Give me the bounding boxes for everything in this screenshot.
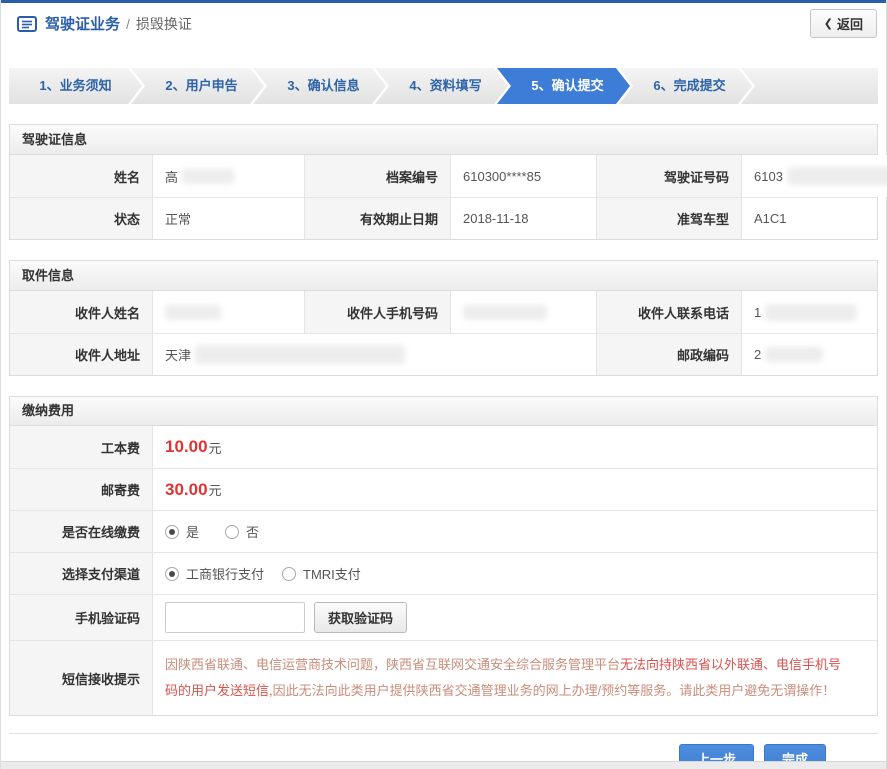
table-row: 状态 正常 有效期止日期 2018-11-18 准驾车型 A1C1 <box>10 197 877 239</box>
radio-label: 是 <box>186 525 200 540</box>
sms-code-label: 手机验证码 <box>10 595 152 640</box>
get-code-button[interactable]: 获取验证码 <box>314 602 408 633</box>
table-row: 选择支付渠道 工商银行支付 TMRI支付 <box>10 552 877 594</box>
license-info-title: 驾驶证信息 <box>10 125 877 155</box>
payment-channel-options: 工商银行支付 TMRI支付 <box>152 553 877 594</box>
radio-option-tmri[interactable]: TMRI支付 <box>282 564 361 583</box>
vehicle-class-value: A1C1 <box>741 198 877 239</box>
back-button[interactable]: ❮ 返回 <box>809 9 877 38</box>
recipient-phone-value: 1 <box>741 291 877 333</box>
redacted-blur <box>195 345 406 364</box>
pickup-info-title: 取件信息 <box>10 261 877 291</box>
radio-label: 否 <box>246 525 260 540</box>
postage-fee-label: 邮寄费 <box>10 469 152 510</box>
table-row: 姓名 高 档案编号 610300****85 驾驶证号码 6103 <box>10 155 887 197</box>
postcode-label: 邮政编码 <box>596 334 741 375</box>
postage-fee-amount: 30.00 <box>165 479 208 499</box>
pickup-info-section: 取件信息 收件人姓名 收件人手机号码 收件人联系电话 1 收件人地址 天津 邮政… <box>9 260 878 376</box>
radio-checked-icon[interactable] <box>165 524 179 539</box>
radio-unchecked-icon[interactable] <box>225 524 240 539</box>
sms-code-input[interactable] <box>165 602 305 633</box>
payment-channel-label: 选择支付渠道 <box>10 553 152 594</box>
breadcrumb-separator: / <box>126 15 130 32</box>
radio-unchecked-icon[interactable] <box>282 566 297 581</box>
payment-section: 缴纳费用 工本费 10.00 元 邮寄费 30.00 元 是否在线缴费 是 否 … <box>9 396 878 716</box>
recipient-name-label: 收件人姓名 <box>10 291 152 333</box>
recipient-mobile-label: 收件人手机号码 <box>304 291 450 333</box>
sms-code-field: 获取验证码 <box>152 595 877 640</box>
production-fee-value: 10.00 元 <box>152 426 877 468</box>
notice-segment: 因陕西省联通、电信运营商技术问题，陕西省互联网交通安全综合服务管理平台 <box>165 657 621 672</box>
name-value: 高 <box>152 155 304 197</box>
step-6-finish-submit[interactable]: 6、完成提交 <box>619 68 752 104</box>
online-payment-label: 是否在线缴费 <box>10 511 152 552</box>
step-5-confirm-submit[interactable]: 5、确认提交 <box>497 68 630 104</box>
page-subtitle: 损毁换证 <box>135 15 192 32</box>
back-button-label: 返回 <box>836 17 863 32</box>
recipient-mobile-value <box>450 291 596 333</box>
name-label: 姓名 <box>10 155 152 197</box>
table-row: 收件人地址 天津 邮政编码 2 <box>10 333 877 375</box>
postcode-value: 2 <box>741 334 877 375</box>
recipient-name-value <box>152 291 304 333</box>
file-number-value: 610300****85 <box>450 155 596 197</box>
redacted-blur <box>765 347 824 362</box>
step-3-confirm-info[interactable]: 3、确认信息 <box>253 68 386 104</box>
table-row: 短信接收提示 因陕西省联通、电信运营商技术问题，陕西省互联网交通安全综合服务管理… <box>10 640 877 715</box>
table-row: 邮寄费 30.00 元 <box>10 468 877 510</box>
redacted-blur <box>765 303 858 321</box>
sms-notice-text: 因陕西省联通、电信运营商技术问题，陕西省互联网交通安全综合服务管理平台无法向持陕… <box>152 641 877 715</box>
table-row: 是否在线缴费 是 否 <box>10 510 877 552</box>
step-wizard: 1、业务须知 2、用户申告 3、确认信息 4、资料填写 5、确认提交 6、完成提… <box>9 68 878 104</box>
radio-option-icbc[interactable]: 工商银行支付 <box>165 564 264 583</box>
redacted-blur <box>165 304 221 320</box>
step-bar-filler <box>741 68 878 104</box>
radio-option-no[interactable]: 否 <box>225 522 259 541</box>
sms-notice-label: 短信接收提示 <box>10 641 152 715</box>
production-fee-amount: 10.00 <box>165 437 208 456</box>
redacted-blur <box>182 168 235 184</box>
back-chevron-icon: ❮ <box>823 18 833 30</box>
fee-unit: 元 <box>208 440 222 456</box>
step-1-business-notes[interactable]: 1、业务须知 <box>9 68 142 104</box>
table-row: 收件人姓名 收件人手机号码 收件人联系电话 1 <box>10 291 877 333</box>
table-row: 手机验证码 获取验证码 <box>10 594 877 640</box>
notice-segment: 因此无法向此类用户提供陕西省交通管理业务的网上办理/预约等服务。请此类用户避免无… <box>272 683 836 698</box>
table-row: 工本费 10.00 元 <box>10 426 877 468</box>
license-info-section: 驾驶证信息 姓名 高 档案编号 610300****85 驾驶证号码 6103 … <box>9 124 887 240</box>
redacted-blur <box>786 167 887 185</box>
breadcrumb: 驾驶证业务 / 损毁换证 <box>17 13 810 34</box>
license-number-value: 6103 <box>741 155 887 197</box>
recipient-address-label: 收件人地址 <box>10 334 152 375</box>
page-title: 驾驶证业务 <box>45 16 121 33</box>
postage-fee-value: 30.00 元 <box>152 469 877 510</box>
radio-checked-icon[interactable] <box>165 566 179 581</box>
file-number-label: 档案编号 <box>304 155 450 197</box>
license-list-icon <box>17 15 37 32</box>
production-fee-label: 工本费 <box>10 426 152 468</box>
expiry-date-label: 有效期止日期 <box>304 198 450 239</box>
radio-option-yes[interactable]: 是 <box>165 522 199 541</box>
payment-title: 缴纳费用 <box>10 397 877 426</box>
license-number-label: 驾驶证号码 <box>596 155 741 197</box>
redacted-blur <box>463 304 547 320</box>
step-2-user-declaration[interactable]: 2、用户申告 <box>131 68 264 104</box>
vehicle-class-label: 准驾车型 <box>596 198 741 239</box>
page: 驾驶证业务 / 损毁换证 ❮ 返回 1、业务须知 2、用户申告 3、确认信息 4… <box>0 0 887 769</box>
online-payment-options: 是 否 <box>152 511 877 552</box>
step-4-fill-materials[interactable]: 4、资料填写 <box>375 68 508 104</box>
expiry-date-value: 2018-11-18 <box>450 198 596 239</box>
status-value: 正常 <box>152 198 304 239</box>
radio-label: TMRI支付 <box>303 567 361 582</box>
fee-unit: 元 <box>208 483 222 498</box>
radio-label: 工商银行支付 <box>186 567 265 582</box>
header: 驾驶证业务 / 损毁换证 ❮ 返回 <box>1 3 886 44</box>
recipient-phone-label: 收件人联系电话 <box>596 291 741 333</box>
status-label: 状态 <box>10 198 152 239</box>
recipient-address-value: 天津 <box>152 334 596 375</box>
bottom-strip <box>1 761 886 769</box>
